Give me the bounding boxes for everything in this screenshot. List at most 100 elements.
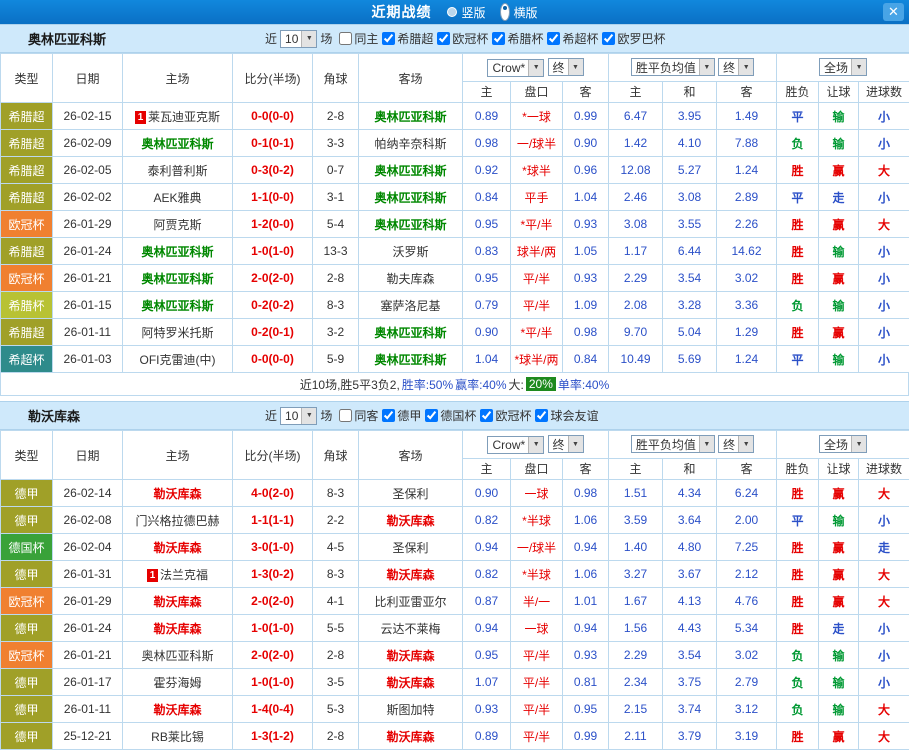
home-team-link[interactable]: 奥林匹亚科斯 bbox=[141, 649, 213, 663]
away-team-link[interactable]: 奥林匹亚科斯 bbox=[374, 353, 446, 367]
home-team-link[interactable]: 勒沃库森 bbox=[153, 703, 201, 717]
away-team-cell: 斯图加特 bbox=[358, 695, 463, 723]
away-team-link[interactable]: 奥林匹亚科斯 bbox=[374, 110, 446, 124]
filter-checkbox[interactable]: 球会友谊 bbox=[535, 407, 598, 424]
away-team-link[interactable]: 奥林匹亚科斯 bbox=[374, 191, 446, 205]
away-team-link[interactable]: 勒夫库森 bbox=[386, 272, 434, 286]
filter-checkbox[interactable]: 同主 bbox=[339, 30, 378, 47]
checkbox-icon[interactable] bbox=[535, 409, 549, 422]
away-team-link[interactable]: 勒沃库森 bbox=[386, 514, 434, 528]
euro-away-odds: 1.24 bbox=[715, 156, 778, 184]
home-team-link[interactable]: 阿贾克斯 bbox=[153, 218, 201, 232]
away-team-link[interactable]: 圣保利 bbox=[392, 487, 428, 501]
home-team-link[interactable]: 阿特罗米托斯 bbox=[141, 326, 213, 340]
home-team-link[interactable]: 泰利普利斯 bbox=[147, 164, 207, 178]
view-option-horizontal[interactable]: 横版 bbox=[499, 3, 538, 21]
games-count-select[interactable]: 10 ▼ bbox=[280, 406, 318, 425]
score-cell: 1-0(1-0) bbox=[232, 237, 313, 265]
europe-mean-select[interactable]: 胜平负均值 ▼ bbox=[630, 58, 715, 77]
home-team-link[interactable]: 霍芬海姆 bbox=[153, 676, 201, 690]
filter-checkbox[interactable]: 欧冠杯 bbox=[480, 407, 531, 424]
corner-cell: 2-8 bbox=[312, 722, 359, 750]
asia-away-odds: 1.04 bbox=[562, 183, 609, 211]
home-team-link[interactable]: 门兴格拉德巴赫 bbox=[135, 514, 219, 528]
home-team-link[interactable]: 奥林匹亚科斯 bbox=[141, 245, 213, 259]
home-team-link[interactable]: 奥林匹亚科斯 bbox=[141, 299, 213, 313]
filter-checkbox[interactable]: 欧冠杯 bbox=[437, 30, 488, 47]
away-team-link[interactable]: 奥林匹亚科斯 bbox=[374, 164, 446, 178]
asia-final-select[interactable]: 终 ▼ bbox=[547, 58, 584, 77]
summary-text: 大: bbox=[508, 377, 524, 392]
corner-cell: 2-8 bbox=[312, 264, 359, 292]
away-team-link[interactable]: 比利亚雷亚尔 bbox=[374, 595, 446, 609]
home-team-link[interactable]: 奥林匹亚科斯 bbox=[141, 137, 213, 151]
view-option-vertical[interactable]: 竖版 bbox=[447, 4, 486, 21]
checkbox-icon[interactable] bbox=[382, 32, 396, 45]
europe-final-select[interactable]: 终 ▼ bbox=[718, 435, 755, 454]
odds-company-select[interactable]: Crow* ▼ bbox=[487, 435, 545, 454]
away-team-link[interactable]: 奥林匹亚科斯 bbox=[374, 326, 446, 340]
filter-checkbox[interactable]: 德国杯 bbox=[425, 407, 476, 424]
goals-result: 小 bbox=[858, 183, 909, 211]
home-team-link[interactable]: OFI克雷迪(中) bbox=[140, 353, 216, 367]
away-team-link[interactable]: 塞萨洛尼基 bbox=[380, 299, 440, 313]
filter-checkbox[interactable]: 同客 bbox=[339, 407, 378, 424]
games-count-select[interactable]: 10 ▼ bbox=[280, 29, 318, 48]
home-team-link[interactable]: 勒沃库森 bbox=[153, 622, 201, 636]
away-team-link[interactable]: 勒沃库森 bbox=[386, 730, 434, 744]
checkbox-icon[interactable] bbox=[492, 32, 506, 45]
date-cell: 26-02-04 bbox=[52, 533, 123, 561]
checkbox-icon[interactable] bbox=[602, 32, 616, 45]
filter-checkbox[interactable]: 希超杯 bbox=[547, 30, 598, 47]
home-team-link[interactable]: RB莱比锡 bbox=[151, 730, 204, 744]
asia-final-select-value: 终 bbox=[552, 60, 565, 75]
chevron-down-icon: ▼ bbox=[698, 436, 714, 453]
home-team-link[interactable]: 勒沃库森 bbox=[153, 595, 201, 609]
filter-checkbox[interactable]: 德甲 bbox=[382, 407, 421, 424]
away-team-link[interactable]: 勒沃库森 bbox=[386, 676, 434, 690]
scope-select[interactable]: 全场 ▼ bbox=[819, 435, 868, 454]
checkbox-icon[interactable] bbox=[339, 409, 353, 422]
filter-checkbox[interactable]: 希腊超 bbox=[382, 30, 433, 47]
date-cell: 26-02-08 bbox=[52, 506, 123, 534]
away-team-link[interactable]: 云达不莱梅 bbox=[380, 622, 440, 636]
odds-company-select[interactable]: Crow* ▼ bbox=[487, 58, 545, 77]
away-team-link[interactable]: 帕纳辛奈科斯 bbox=[374, 137, 446, 151]
goals-result: 小 bbox=[858, 129, 909, 157]
checkbox-icon[interactable] bbox=[437, 32, 451, 45]
handicap-result: 输 bbox=[818, 291, 860, 319]
home-team-link[interactable]: 勒沃库森 bbox=[153, 541, 201, 555]
away-team-link[interactable]: 沃罗斯 bbox=[392, 245, 428, 259]
home-team-link[interactable]: 勒沃库森 bbox=[153, 487, 201, 501]
chevron-down-icon: ▼ bbox=[738, 59, 754, 76]
away-team-link[interactable]: 圣保利 bbox=[392, 541, 428, 555]
away-team-link[interactable]: 勒沃库森 bbox=[386, 568, 434, 582]
checkbox-icon[interactable] bbox=[480, 409, 494, 422]
radio-icon[interactable] bbox=[447, 7, 458, 17]
home-team-link[interactable]: 奥林匹亚科斯 bbox=[141, 272, 213, 286]
asia-final-select[interactable]: 终 ▼ bbox=[547, 435, 584, 454]
handicap-cell: *一球 bbox=[510, 102, 563, 130]
away-team-link[interactable]: 斯图加特 bbox=[386, 703, 434, 717]
radio-icon[interactable] bbox=[499, 3, 510, 21]
checkbox-icon[interactable] bbox=[425, 409, 439, 422]
europe-final-select[interactable]: 终 ▼ bbox=[718, 58, 755, 77]
away-team-link[interactable]: 奥林匹亚科斯 bbox=[374, 218, 446, 232]
close-button[interactable]: ✕ bbox=[883, 3, 904, 21]
europe-mean-select-value: 胜平负均值 bbox=[635, 60, 696, 75]
europe-mean-select[interactable]: 胜平负均值 ▼ bbox=[630, 435, 715, 454]
checkbox-icon[interactable] bbox=[547, 32, 561, 45]
home-team-link[interactable]: 法兰克福 bbox=[160, 568, 208, 582]
euro-away-odds: 1.49 bbox=[715, 102, 778, 130]
scope-select[interactable]: 全场 ▼ bbox=[819, 58, 868, 77]
checkbox-icon[interactable] bbox=[339, 32, 353, 45]
date-cell: 26-02-09 bbox=[52, 129, 123, 157]
home-team-link[interactable]: AEK雅典 bbox=[153, 191, 201, 205]
match-row: 德甲 26-01-17 霍芬海姆 1-0(1-0) 3-5 勒沃库森 1.07 平/半 0.81… bbox=[0, 668, 909, 696]
date-cell: 26-02-05 bbox=[52, 156, 123, 184]
home-team-link[interactable]: 莱瓦迪亚克斯 bbox=[148, 110, 220, 124]
filter-checkbox[interactable]: 希腊杯 bbox=[492, 30, 543, 47]
checkbox-icon[interactable] bbox=[382, 409, 396, 422]
away-team-link[interactable]: 勒沃库森 bbox=[386, 649, 434, 663]
filter-checkbox[interactable]: 欧罗巴杯 bbox=[602, 30, 665, 47]
